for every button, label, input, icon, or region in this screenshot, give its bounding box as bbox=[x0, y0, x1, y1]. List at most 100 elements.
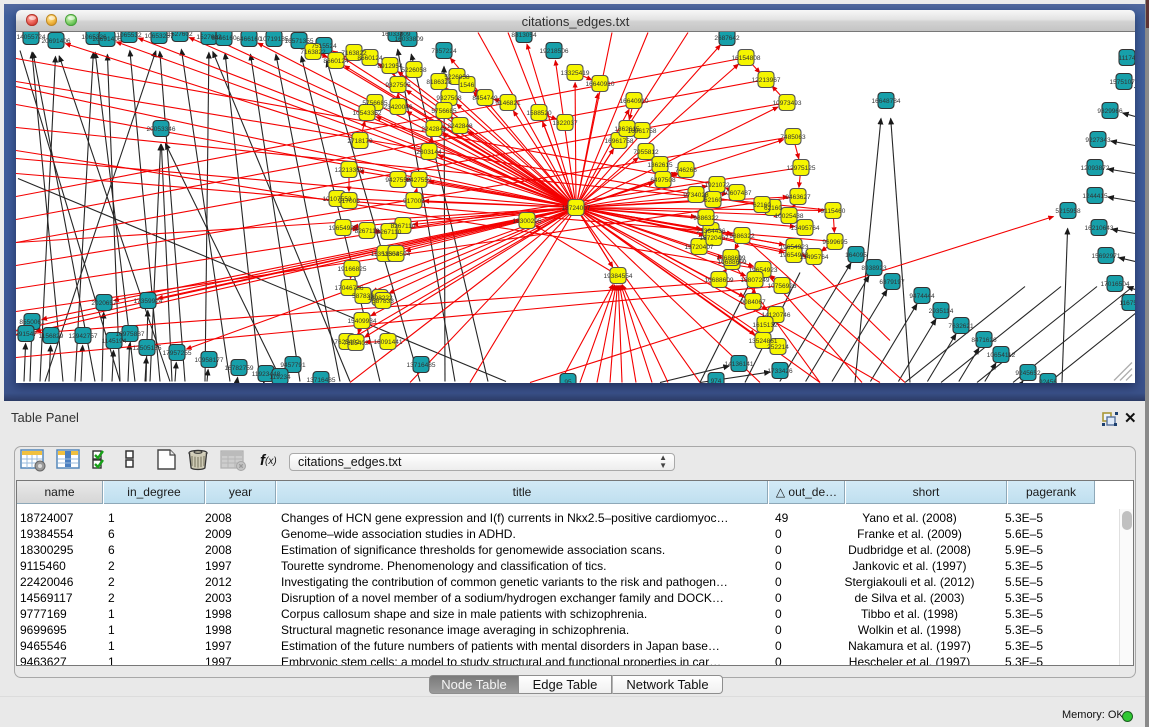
svg-text:12213967: 12213967 bbox=[752, 77, 781, 84]
svg-text:13495764: 13495764 bbox=[791, 225, 820, 232]
svg-text:9084067: 9084067 bbox=[740, 299, 766, 306]
svg-text:8813054: 8813054 bbox=[511, 32, 537, 39]
svg-text:9886322: 9886322 bbox=[693, 215, 719, 222]
svg-text:16033809: 16033809 bbox=[395, 36, 424, 43]
svg-text:15409934: 15409934 bbox=[348, 318, 377, 325]
svg-text:(x): (x) bbox=[265, 456, 277, 467]
svg-text:23420046: 23420046 bbox=[384, 104, 413, 111]
svg-text:10543362: 10543362 bbox=[353, 110, 382, 117]
svg-text:16961758: 16961758 bbox=[605, 138, 634, 145]
svg-text:587833: 587833 bbox=[372, 298, 394, 305]
svg-text:2020657: 2020657 bbox=[91, 300, 117, 307]
svg-text:13716485: 13716485 bbox=[307, 377, 336, 383]
svg-text:19654923: 19654923 bbox=[780, 244, 809, 251]
svg-text:20691406: 20691406 bbox=[42, 38, 71, 45]
svg-text:11353504: 11353504 bbox=[382, 251, 411, 258]
svg-text:9474444: 9474444 bbox=[909, 293, 935, 300]
svg-text:8550061: 8550061 bbox=[19, 319, 45, 326]
svg-text:16640910: 16640910 bbox=[586, 81, 615, 88]
svg-text:6466160: 6466160 bbox=[211, 35, 237, 42]
svg-text:2718179: 2718179 bbox=[347, 138, 373, 145]
svg-text:11174: 11174 bbox=[1118, 55, 1135, 62]
svg-text:10973493: 10973493 bbox=[773, 100, 802, 107]
svg-text:12505135: 12505135 bbox=[133, 345, 162, 352]
svg-text:16091441: 16091441 bbox=[374, 339, 403, 346]
svg-text:1145194: 1145194 bbox=[102, 338, 127, 345]
svg-text:18724007: 18724007 bbox=[562, 205, 591, 212]
svg-text:1588520: 1588520 bbox=[526, 110, 552, 117]
svg-text:1156829: 1156829 bbox=[39, 333, 64, 340]
svg-text:1362615: 1362615 bbox=[647, 162, 673, 169]
svg-text:10025438: 10025438 bbox=[775, 213, 804, 220]
svg-text:5756685: 5756685 bbox=[431, 108, 457, 115]
svg-text:2242848: 2242848 bbox=[421, 126, 447, 133]
svg-text:1527602: 1527602 bbox=[167, 32, 193, 38]
svg-text:12093872: 12093872 bbox=[1081, 165, 1110, 172]
svg-text:16210643: 16210643 bbox=[1085, 225, 1114, 232]
svg-text:12213369: 12213369 bbox=[335, 167, 364, 174]
svg-text:7163822: 7163822 bbox=[300, 49, 326, 56]
svg-text:10975887: 10975887 bbox=[116, 331, 145, 338]
svg-text:17359924: 17359924 bbox=[134, 298, 163, 305]
svg-text:9327508: 9327508 bbox=[436, 95, 462, 102]
svg-text:1322037: 1322037 bbox=[552, 120, 578, 127]
svg-text:10654112: 10654112 bbox=[987, 352, 1016, 359]
svg-text:6466160: 6466160 bbox=[236, 36, 262, 43]
svg-text:7357224: 7357224 bbox=[431, 48, 457, 55]
svg-text:9227343: 9227343 bbox=[1085, 137, 1111, 144]
svg-text:10688609: 10688609 bbox=[717, 255, 746, 262]
svg-text:2242848: 2242848 bbox=[447, 123, 473, 130]
svg-text:2687642: 2687642 bbox=[714, 35, 740, 42]
svg-text:12975125: 12975125 bbox=[787, 165, 816, 172]
svg-text:95: 95 bbox=[564, 379, 572, 383]
svg-text:10756928: 10756928 bbox=[768, 283, 797, 290]
svg-text:17046786: 17046786 bbox=[335, 285, 364, 292]
svg-text:18300295: 18300295 bbox=[513, 218, 542, 225]
svg-text:116753: 116753 bbox=[1119, 300, 1135, 307]
svg-text:9427552: 9427552 bbox=[406, 177, 432, 184]
svg-text:10607487: 10607487 bbox=[723, 190, 752, 197]
svg-text:19654935: 19654935 bbox=[329, 225, 358, 232]
svg-text:7955812: 7955812 bbox=[633, 149, 659, 156]
svg-text:1921072: 1921072 bbox=[704, 182, 730, 189]
svg-text:391547: 391547 bbox=[16, 331, 37, 338]
svg-text:14120746: 14120746 bbox=[762, 312, 791, 319]
svg-text:8267110: 8267110 bbox=[377, 229, 402, 236]
svg-text:8471626: 8471626 bbox=[971, 337, 997, 344]
svg-text:6379197: 6379197 bbox=[879, 279, 905, 286]
svg-text:13325419: 13325419 bbox=[561, 70, 590, 77]
svg-text:15692971: 15692971 bbox=[1092, 253, 1121, 260]
svg-text:16640910: 16640910 bbox=[620, 98, 649, 105]
svg-text:746266: 746266 bbox=[675, 167, 697, 174]
svg-text:9146821: 9146821 bbox=[495, 100, 521, 107]
svg-text:1546: 1546 bbox=[460, 82, 475, 89]
svg-text:62160: 62160 bbox=[704, 197, 722, 204]
svg-text:9886322: 9886322 bbox=[729, 233, 755, 240]
svg-text:92456: 92456 bbox=[1039, 379, 1057, 383]
svg-text:19218506: 19218506 bbox=[540, 48, 569, 55]
svg-text:9329966: 9329966 bbox=[1097, 108, 1123, 115]
svg-text:7625402: 7625402 bbox=[343, 340, 369, 347]
svg-text:9699695: 9699695 bbox=[822, 239, 848, 246]
svg-text:16648784: 16648784 bbox=[872, 98, 901, 105]
svg-text:8660124: 8660124 bbox=[357, 55, 383, 62]
svg-text:1615132: 1615132 bbox=[752, 322, 778, 329]
svg-text:7632621: 7632621 bbox=[948, 323, 974, 330]
svg-text:9327505: 9327505 bbox=[385, 82, 411, 89]
svg-text:12942757: 12942757 bbox=[69, 333, 98, 340]
svg-text:9457791: 9457791 bbox=[280, 362, 306, 369]
svg-text:974: 974 bbox=[711, 378, 722, 383]
svg-text:1733426: 1733426 bbox=[767, 368, 793, 375]
svg-text:7485063: 7485063 bbox=[780, 134, 806, 141]
svg-text:14136141: 14136141 bbox=[725, 361, 754, 368]
svg-text:21364436: 21364436 bbox=[697, 228, 726, 235]
svg-text:15720407: 15720407 bbox=[685, 244, 714, 251]
svg-text:16571355: 16571355 bbox=[285, 38, 314, 45]
svg-text:19654923: 19654923 bbox=[780, 252, 809, 259]
svg-text:1065532: 1065532 bbox=[116, 32, 142, 39]
svg-text:8454749: 8454749 bbox=[472, 95, 498, 102]
svg-text:13716485: 13716485 bbox=[407, 362, 436, 369]
svg-text:8660124: 8660124 bbox=[323, 58, 349, 65]
svg-text:5226058: 5226058 bbox=[444, 74, 470, 81]
svg-text:62160: 62160 bbox=[753, 202, 771, 209]
